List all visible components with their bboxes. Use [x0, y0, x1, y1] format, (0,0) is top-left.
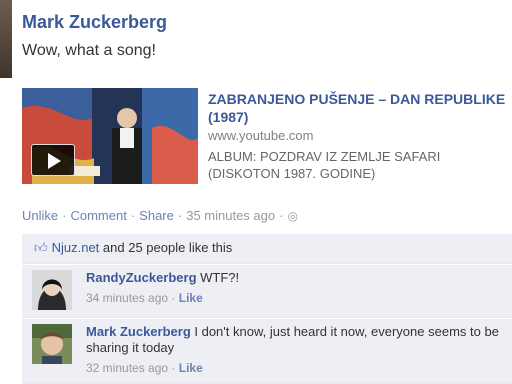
shared-link-description: ALBUM: POZDRAV IZ ZEMLJE SAFARI (DISKOTO… [208, 149, 441, 181]
comment-item: RandyZuckerberg WTF?! 34 minutes ago · L… [22, 265, 512, 318]
comment-item: Mark Zuckerberg I don't know, just heard… [22, 319, 512, 384]
author-avatar[interactable] [0, 0, 12, 78]
post-status-text: Wow, what a song! [22, 42, 156, 59]
avatar-image [32, 270, 72, 310]
comment-like-link[interactable]: Like [179, 291, 203, 305]
comment-body: Mark Zuckerberg I don't know, just heard… [86, 324, 506, 376]
globe-icon[interactable]: ◎ [287, 209, 297, 223]
post-actions: Unlike · Comment · Share · 35 minutes ago · ◎ [22, 208, 298, 223]
feedback-section: 👍︎ Njuz.net and 25 people like this Randy… [22, 234, 512, 384]
comment-body: RandyZuckerberg WTF?! 34 minutes ago · L… [86, 270, 506, 306]
separator-dot: · [279, 208, 284, 223]
comment-text: WTF?! [196, 270, 240, 285]
share-link[interactable]: Share [139, 208, 174, 223]
likes-rest-text: and 25 people like this [99, 240, 233, 255]
shared-link-url: www.youtube.com [208, 128, 314, 143]
likes-source-link[interactable]: Njuz.net [52, 240, 100, 255]
avatar-image [32, 324, 72, 364]
shared-link-title[interactable]: ZABRANJENO PUŠENJE – DAN REPUBLIKE (1987… [208, 90, 512, 126]
unlike-link[interactable]: Unlike [22, 208, 58, 223]
commenter-avatar[interactable] [32, 324, 72, 364]
comment-meta: 32 minutes ago · Like [86, 361, 203, 375]
comment-meta: 34 minutes ago · Like [86, 291, 203, 305]
comment-timestamp[interactable]: 32 minutes ago [86, 361, 168, 375]
commenter-avatar[interactable] [32, 270, 72, 310]
post-author-name[interactable]: Mark Zuckerberg [22, 12, 167, 33]
separator-dot: · [177, 208, 183, 223]
commenter-name[interactable]: RandyZuckerberg [86, 270, 197, 285]
separator-dot: · [130, 208, 136, 223]
play-icon[interactable] [31, 144, 75, 176]
post-timestamp[interactable]: 35 minutes ago [186, 208, 275, 223]
thumbs-up-icon: 👍︎ [34, 240, 48, 255]
separator-dot: · [62, 208, 67, 223]
shared-link-attachment[interactable]: ZABRANJENO PUŠENJE – DAN REPUBLIKE (1987… [22, 82, 512, 190]
comment-link[interactable]: Comment [70, 208, 126, 223]
likes-summary: 👍︎ Njuz.net and 25 people like this [22, 234, 512, 264]
comment-timestamp[interactable]: 34 minutes ago [86, 291, 168, 305]
comment-like-link[interactable]: Like [179, 361, 203, 375]
video-thumbnail[interactable] [22, 88, 198, 184]
commenter-name[interactable]: Mark Zuckerberg [86, 324, 191, 339]
